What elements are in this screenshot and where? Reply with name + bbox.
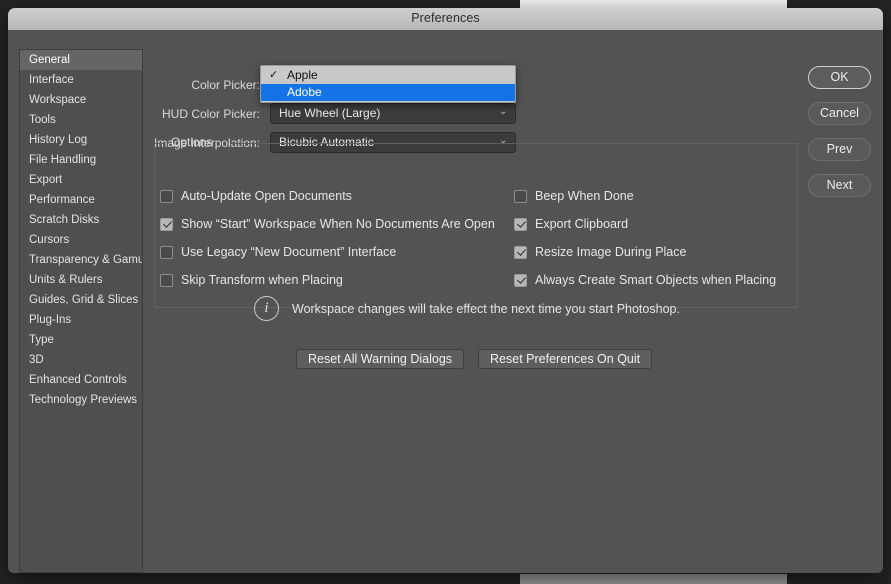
checkbox-row[interactable]: Skip Transform when Placing — [160, 273, 343, 287]
checkmark-icon: ✓ — [269, 69, 279, 81]
sidebar-item-scratch-disks[interactable]: Scratch Disks — [20, 210, 142, 230]
sidebar-item-label: Tools — [29, 114, 56, 126]
checkbox-row[interactable]: Resize Image During Place — [514, 245, 686, 259]
sidebar-item-units-rulers[interactable]: Units & Rulers — [20, 270, 142, 290]
checkbox-skip-transform-when-placing[interactable] — [160, 273, 173, 287]
dialog-action-buttons: OK Cancel Prev Next — [808, 66, 872, 210]
checkbox-label: Use Legacy “New Document” Interface — [181, 245, 397, 259]
options-legend: Options — [171, 135, 213, 149]
sidebar-item-plug-ins[interactable]: Plug-Ins — [20, 310, 142, 330]
checkbox-label: Show “Start” Workspace When No Documents… — [181, 217, 495, 231]
sidebar-item-3d[interactable]: 3D — [20, 350, 142, 370]
sidebar-item-label: Transparency & Gamut — [29, 254, 143, 266]
sidebar-item-label: Guides, Grid & Slices — [29, 294, 139, 306]
color-picker-dropdown-menu[interactable]: ✓ Apple Adobe — [260, 65, 516, 103]
sidebar-item-guides-grid-slices[interactable]: Guides, Grid & Slices — [20, 290, 142, 310]
sidebar-item-interface[interactable]: Interface — [20, 70, 142, 90]
dropdown-option-label: Apple — [287, 68, 318, 82]
preferences-dialog: Preferences General Interface Workspace Too… — [8, 8, 883, 573]
checkbox-label: Auto-Update Open Documents — [181, 189, 352, 203]
sidebar-item-general[interactable]: General — [20, 50, 142, 70]
dropdown-option-label: Adobe — [287, 85, 322, 99]
preferences-category-list[interactable]: General Interface Workspace Tools History Lo… — [19, 49, 143, 573]
sidebar-item-tools[interactable]: Tools — [20, 110, 142, 130]
workspace-info-note: i Workspace changes will take effect the… — [254, 296, 680, 321]
row-hud-color-picker: HUD Color Picker: Hue Wheel (Large) ⌄ — [154, 103, 516, 124]
dialog-titlebar[interactable]: Preferences — [8, 8, 883, 31]
dialog-body: General Interface Workspace Tools History Lo… — [8, 30, 883, 573]
sidebar-item-type[interactable]: Type — [20, 330, 142, 350]
sidebar-item-export[interactable]: Export — [20, 170, 142, 190]
sidebar-item-label: Technology Previews — [29, 394, 138, 406]
hud-color-picker-value: Hue Wheel (Large) — [279, 106, 381, 120]
prev-button[interactable]: Prev — [808, 138, 871, 161]
sidebar-item-label: Cursors — [29, 234, 70, 246]
hud-color-picker-label: HUD Color Picker: — [161, 106, 260, 121]
sidebar-item-label: History Log — [29, 134, 88, 146]
sidebar-item-label: Units & Rulers — [29, 274, 103, 286]
info-icon: i — [254, 296, 279, 321]
dropdown-option-adobe[interactable]: Adobe — [261, 84, 515, 101]
sidebar-item-label: Plug-Ins — [29, 314, 72, 326]
sidebar-item-label: File Handling — [29, 154, 97, 166]
ok-button[interactable]: OK — [808, 66, 871, 89]
checkbox-label: Export Clipboard — [535, 217, 629, 231]
reset-button-row: Reset All Warning Dialogs Reset Preferenc… — [296, 349, 653, 369]
sidebar-item-label: Type — [29, 334, 54, 346]
chevron-down-icon: ⌄ — [499, 106, 508, 117]
sidebar-item-file-handling[interactable]: File Handling — [20, 150, 142, 170]
checkbox-row[interactable]: Show “Start” Workspace When No Documents… — [160, 217, 495, 231]
sidebar-item-label: Performance — [29, 194, 95, 206]
sidebar-item-label: Interface — [29, 74, 74, 86]
sidebar-item-cursors[interactable]: Cursors — [20, 230, 142, 250]
checkbox-row[interactable]: Export Clipboard — [514, 217, 628, 231]
checkbox-beep-when-done[interactable] — [514, 189, 527, 203]
checkbox-label: Beep When Done — [535, 189, 634, 203]
sidebar-item-label: Workspace — [29, 94, 87, 106]
hud-color-picker-select[interactable]: Hue Wheel (Large) ⌄ — [270, 103, 516, 124]
dropdown-option-apple[interactable]: ✓ Apple — [261, 67, 515, 84]
sidebar-item-workspace[interactable]: Workspace — [20, 90, 142, 110]
sidebar-item-label: General — [29, 54, 70, 66]
checkbox-label: Resize Image During Place — [535, 245, 687, 259]
button-reset-all-warning-dialogs[interactable]: Reset All Warning Dialogs — [296, 349, 465, 369]
sidebar-item-enhanced-controls[interactable]: Enhanced Controls — [20, 370, 142, 390]
dialog-title: Preferences — [411, 11, 480, 25]
sidebar-item-label: Export — [29, 174, 63, 186]
sidebar-item-label: 3D — [29, 354, 44, 366]
checkbox-always-create-smart-objects-when-placing[interactable] — [514, 273, 527, 287]
checkbox-label: Always Create Smart Objects when Placing — [535, 273, 777, 287]
next-button[interactable]: Next — [808, 174, 871, 197]
color-picker-label: Color Picker: — [191, 77, 260, 92]
button-reset-preferences-on-quit[interactable]: Reset Preferences On Quit — [478, 349, 653, 369]
sidebar-item-technology-previews[interactable]: Technology Previews — [20, 390, 142, 410]
checkbox-auto-update-open-documents[interactable] — [160, 189, 173, 203]
checkbox-row[interactable]: Always Create Smart Objects when Placing — [514, 273, 776, 287]
sidebar-item-transparency-gamut[interactable]: Transparency & Gamut — [20, 250, 142, 270]
sidebar-item-label: Enhanced Controls — [29, 374, 127, 386]
checkbox-row[interactable]: Beep When Done — [514, 189, 634, 203]
checkbox-row[interactable]: Use Legacy “New Document” Interface — [160, 245, 396, 259]
background-panel-bottom — [520, 574, 787, 584]
checkbox-show-start-workspace-when-no-documents-are-open[interactable] — [160, 217, 173, 231]
checkbox-resize-image-during-place[interactable] — [514, 245, 527, 259]
info-note-text: Workspace changes will take effect the n… — [292, 301, 680, 316]
checkbox-row[interactable]: Auto-Update Open Documents — [160, 189, 352, 203]
sidebar-item-label: Scratch Disks — [29, 214, 100, 226]
checkbox-label: Skip Transform when Placing — [181, 273, 343, 287]
sidebar-item-performance[interactable]: Performance — [20, 190, 142, 210]
sidebar-item-history-log[interactable]: History Log — [20, 130, 142, 150]
checkbox-export-clipboard[interactable] — [514, 217, 527, 231]
cancel-button[interactable]: Cancel — [808, 102, 871, 125]
checkbox-use-legacy-new-document-interface[interactable] — [160, 245, 173, 259]
